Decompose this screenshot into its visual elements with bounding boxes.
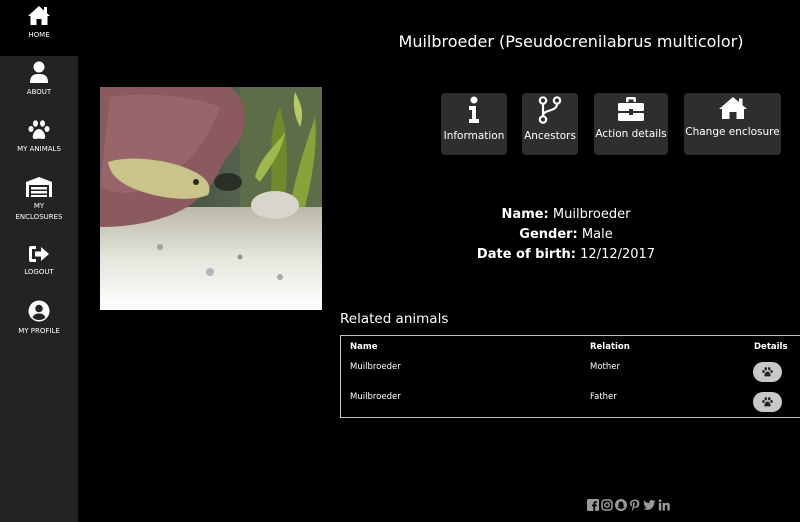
related-animals-title: Related animals (340, 311, 449, 327)
row-name: Muilbroeder (350, 392, 401, 402)
information-label: Information (443, 130, 505, 142)
logout-icon (29, 246, 49, 262)
facebook-icon[interactable] (587, 499, 599, 511)
change-enclosure-label: Change enclosure (685, 126, 780, 138)
sidebar-item-my-enclosures[interactable]: MY ENCLOSURES (0, 177, 78, 223)
home-icon (718, 97, 747, 119)
user-icon (30, 61, 48, 83)
sidebar-item-label: ABOUT (26, 88, 52, 96)
instagram-icon[interactable] (601, 499, 613, 511)
dob-value: 12/12/2017 (580, 247, 656, 262)
pinterest-icon[interactable] (629, 499, 641, 511)
home-icon (28, 6, 50, 25)
sidebar-item-label: MY ENCLOSURES (15, 202, 63, 221)
name-line: Name: Muilbroeder (340, 205, 792, 225)
linkedin-icon[interactable] (658, 499, 670, 511)
name-label: Name: (501, 207, 549, 222)
info-icon (469, 96, 479, 123)
snapchat-icon[interactable] (615, 499, 627, 511)
sidebar-item-label: HOME (28, 31, 50, 39)
gender-line: Gender: Male (340, 225, 792, 245)
sidebar-item-label: LOGOUT (24, 268, 54, 276)
ancestors-button[interactable]: Ancestors (522, 93, 578, 155)
details-button[interactable] (753, 392, 782, 412)
user-circle-icon (28, 300, 50, 322)
warehouse-icon (26, 177, 52, 197)
toolbox-icon (618, 97, 644, 121)
header-name: Name (350, 342, 378, 352)
animal-photo (100, 87, 322, 310)
name-value: Muilbroeder (552, 207, 631, 222)
table-row: Muilbroeder Mother (341, 362, 800, 390)
git-branch-icon (538, 96, 562, 124)
sidebar-item-label: MY PROFILE (18, 327, 60, 335)
row-relation: Mother (590, 362, 620, 372)
action-details-button[interactable]: Action details (594, 93, 668, 155)
dob-label: Date of birth: (476, 247, 576, 262)
gender-value: Male (581, 227, 613, 242)
header-details: Details (754, 342, 788, 352)
action-details-label: Action details (595, 128, 667, 140)
sidebar: HOME ABOUT MY ANIMALS MY ENCLOSURES LOGO… (0, 0, 78, 522)
dob-line: Date of birth: 12/12/2017 (340, 245, 792, 265)
information-button[interactable]: Information (441, 93, 507, 155)
related-animals-table: Name Relation Details Muilbroeder Mother… (340, 335, 800, 418)
page-title: Muilbroeder (Pseudocrenilabrus multicolo… (398, 32, 744, 51)
header-relation: Relation (590, 342, 630, 352)
animal-info: Name: Muilbroeder Gender: Male Date of b… (340, 205, 792, 265)
social-links (587, 499, 670, 511)
row-name: Muilbroeder (350, 362, 401, 372)
twitter-icon[interactable] (643, 499, 656, 511)
gender-label: Gender: (519, 227, 578, 242)
paw-icon (762, 367, 773, 377)
paw-icon (28, 120, 50, 140)
sidebar-item-home[interactable]: HOME (0, 0, 78, 56)
table-row: Muilbroeder Father (341, 392, 800, 420)
paw-icon (762, 397, 773, 407)
change-enclosure-button[interactable]: Change enclosure (684, 93, 781, 155)
details-button[interactable] (753, 362, 782, 382)
sidebar-item-my-profile[interactable]: MY PROFILE (0, 300, 78, 337)
ancestors-label: Ancestors (524, 130, 576, 142)
row-relation: Father (590, 392, 617, 402)
sidebar-item-label: MY ANIMALS (17, 145, 61, 153)
sidebar-item-logout[interactable]: LOGOUT (0, 245, 78, 278)
sidebar-item-my-animals[interactable]: MY ANIMALS (0, 120, 78, 155)
sidebar-item-about[interactable]: ABOUT (0, 61, 78, 98)
